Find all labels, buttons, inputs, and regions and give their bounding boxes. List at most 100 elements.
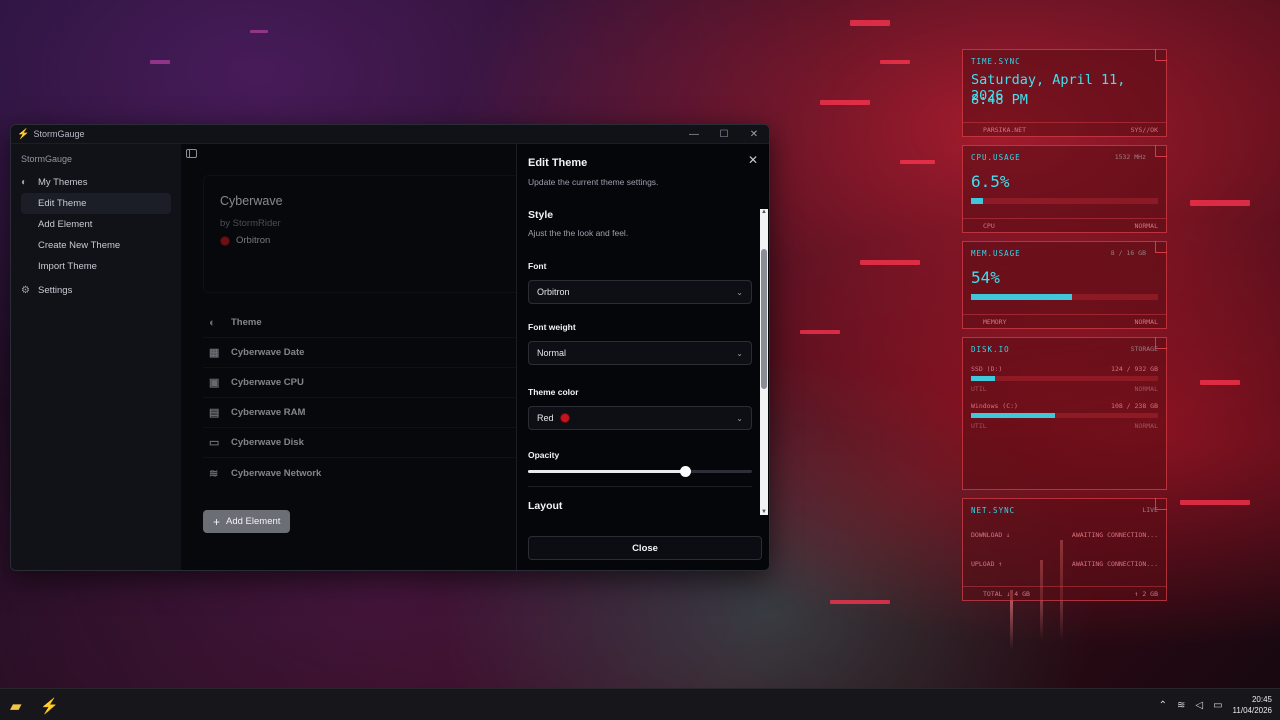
list-item[interactable]: ◐ Theme (203, 308, 523, 338)
sidebar-item-settings[interactable]: ⚙ Settings (21, 280, 171, 301)
sidebar-item-create-new-theme[interactable]: Create New Theme (21, 235, 171, 256)
app-window: ⚡ StormGauge — ☐ ✕ StormGauge ◐ My Theme… (10, 124, 770, 571)
list-item-label: Cyberwave Disk (231, 437, 304, 448)
panel-scrollbar[interactable]: ▲ ▼ (760, 209, 768, 515)
mem-foot-right: NORMAL (1134, 318, 1158, 326)
font-select-value: Orbitron (537, 287, 570, 297)
battery-icon[interactable]: ▭ (1213, 700, 1222, 711)
chevron-down-icon: ⌄ (736, 287, 743, 297)
theme-color-value: Red (537, 413, 554, 423)
close-button[interactable]: Close (528, 536, 762, 560)
list-item[interactable]: ▦ Cyberwave Date (203, 338, 523, 368)
title-bar[interactable]: ⚡ StormGauge — ☐ ✕ (11, 125, 769, 144)
list-item-label: Theme (231, 317, 262, 328)
upload-value: AWAITING CONNECTION... (1071, 560, 1158, 568)
cpu-value: 6.5% (971, 172, 1010, 191)
theme-font: Orbitron (236, 235, 271, 246)
list-item-label: Cyberwave Date (231, 347, 305, 358)
minimize-icon[interactable]: — (679, 125, 709, 143)
time-foot-right: SYS//OK (1130, 126, 1158, 134)
edit-theme-panel: ✕ Edit Theme Update the current theme se… (516, 144, 769, 570)
wifi-icon[interactable]: ≋ (1177, 700, 1185, 711)
stormgauge-taskbar-icon[interactable]: ⚡ (40, 697, 59, 715)
calendar-icon: ▦ (209, 347, 220, 359)
taskbar: ▰ ⚡ ⌃ ≋ ◁ ▭ 20:45 11/04/2026 (0, 688, 1280, 720)
slider-thumb[interactable] (679, 466, 691, 477)
mem-amount: 8 / 16 GB (1110, 249, 1146, 257)
cpu-widget-label: CPU.USAGE (971, 153, 1021, 162)
clock-time: 20:45 (1251, 695, 1272, 704)
theme-color-label: Theme color (528, 387, 579, 397)
list-item[interactable]: ▣ Cyberwave CPU (203, 368, 523, 398)
net-widget-label: NET.SYNC (971, 506, 1016, 515)
theme-color-select[interactable]: Red ⌄ (528, 406, 752, 430)
toggle-sidebar-icon[interactable] (186, 149, 197, 158)
disk1-status: NORMAL (1134, 385, 1158, 393)
theme-card: Cyberwave by StormRider Orbitron (203, 175, 523, 293)
element-list: ◐ Theme ▦ Cyberwave Date ▣ Cyberwave CPU ▤ C… (203, 308, 523, 488)
maximize-icon[interactable]: ☐ (709, 125, 739, 143)
list-item[interactable]: ≋ Cyberwave Network (203, 458, 523, 488)
style-heading: Style (528, 209, 554, 221)
chevron-up-icon[interactable]: ⌃ (1159, 700, 1167, 711)
font-weight-select[interactable]: Normal ⌄ (528, 341, 752, 365)
theme-color-swatch (220, 235, 230, 246)
time-foot-left: PARSIKA.NET (983, 126, 1027, 134)
disk2-util: UTIL (971, 422, 987, 430)
close-icon[interactable]: ✕ (739, 125, 769, 143)
opacity-slider[interactable] (528, 465, 752, 477)
clock[interactable]: 20:45 11/04/2026 (1233, 694, 1272, 716)
color-swatch (559, 413, 570, 423)
sidebar-item-edit-theme[interactable]: Edit Theme (21, 193, 171, 214)
download-label: DOWNLOAD ↓ (971, 531, 1011, 539)
disk1-util: UTIL (971, 385, 987, 393)
disk1-amount: 124 / 932 GB (1111, 365, 1158, 373)
sidebar-item-import-theme[interactable]: Import Theme (21, 256, 171, 277)
disk1-name: SSD (D:) (971, 365, 1003, 373)
theme-name: Cyberwave (220, 194, 283, 208)
sidebar-item-label: Settings (38, 285, 73, 296)
add-element-button[interactable]: + Add Element (203, 510, 291, 533)
scrollbar-thumb[interactable] (761, 249, 767, 389)
plus-icon: + (213, 514, 221, 529)
list-item-label: Cyberwave Network (231, 467, 322, 479)
palette-icon: ◐ (209, 316, 216, 329)
net-tag: LIVE (1142, 506, 1158, 514)
net-total: TOTAL ↓ 4 GB (983, 590, 1030, 598)
cpu-foot-left: CPU (983, 222, 995, 230)
sidebar-item-my-themes[interactable]: ◐ My Themes (21, 172, 171, 193)
upload-label: UPLOAD ↑ (971, 560, 1003, 568)
time-widget: TIME.SYNC Saturday, April 11, 2026 8:48 … (962, 49, 1167, 137)
disk2-status: NORMAL (1134, 422, 1158, 430)
font-label: Font (528, 261, 547, 271)
list-item-label: Cyberwave RAM (231, 407, 306, 418)
memory-widget: MEM.USAGE 8 / 16 GB 54% MEMORY NORMAL (962, 241, 1167, 329)
list-item[interactable]: ▤ Cyberwave RAM (203, 398, 523, 428)
mem-foot-left: MEMORY (983, 318, 1007, 326)
disk-widget: DISK.IO STORAGE SSD (D:) 124 / 932 GB UT… (962, 337, 1167, 490)
sidebar-app-label: StormGauge (21, 154, 73, 164)
disk-widget-label: DISK.IO (971, 345, 1010, 354)
time-display: 8:48 PM (971, 92, 1028, 108)
memory-icon: ▤ (209, 407, 220, 419)
cpu-bar (971, 198, 1158, 204)
layout-heading: Layout (528, 500, 563, 512)
sidebar-item-add-element[interactable]: Add Element (21, 214, 171, 235)
cpu-widget: CPU.USAGE 1532 MHz 6.5% CPU NORMAL (962, 145, 1167, 233)
volume-icon[interactable]: ◁ (1195, 700, 1203, 711)
file-explorer-icon[interactable]: ▰ (10, 697, 22, 715)
panel-scroll-area[interactable]: Style Ajust the the look and feel. Font … (528, 209, 752, 514)
palette-icon: ◐ (21, 177, 28, 188)
theme-author: by StormRider (220, 218, 281, 229)
chevron-down-icon: ⌄ (736, 348, 743, 358)
close-icon[interactable]: ✕ (748, 153, 758, 167)
font-weight-label: Font weight (528, 322, 576, 332)
time-widget-label: TIME.SYNC (971, 57, 1021, 66)
cpu-icon: ▣ (209, 377, 220, 389)
font-select[interactable]: Orbitron ⌄ (528, 280, 752, 304)
list-item[interactable]: ▭ Cyberwave Disk (203, 428, 523, 458)
disk2-name: Windows (C:) (971, 402, 1018, 410)
opacity-label: Opacity (528, 450, 560, 460)
font-weight-value: Normal (537, 348, 567, 358)
net-total-up: ↑ 2 GB (1134, 590, 1158, 598)
